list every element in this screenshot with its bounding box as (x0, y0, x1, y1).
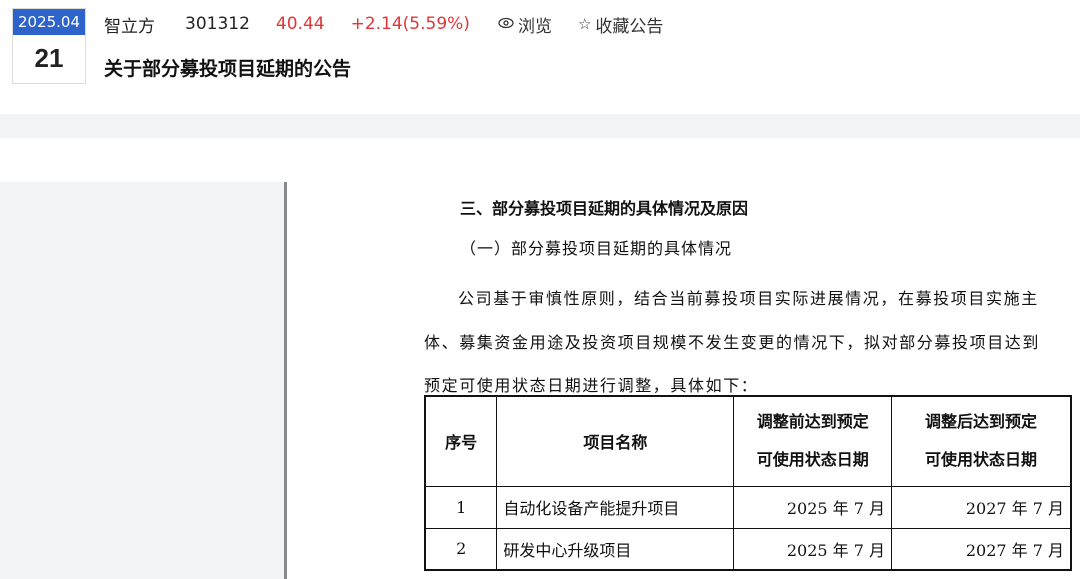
divider-band (0, 114, 1080, 138)
cell-after: 2027 年 7 月 (891, 485, 1072, 529)
header-before: 调整前达到预定 可使用状态日期 (733, 395, 892, 487)
header-seq: 序号 (424, 395, 498, 487)
date-day: 21 (34, 43, 64, 73)
header-name: 项目名称 (496, 395, 735, 487)
paragraph-line: 体、募集资金用途及投资项目规模不发生变更的情况下，拟对部分募投项目达到 (424, 333, 1041, 352)
project-table: 序号 项目名称 调整前达到预定 可使用状态日期 调整后达到预定 可使用状态日期 … (424, 395, 1072, 571)
table-row: 1 自动化设备产能提升项目 2025 年 7 月 2027 年 7 月 (424, 485, 1072, 529)
section-heading: 三、部分募投项目延期的具体情况及原因 (460, 199, 749, 218)
page-title: 关于部分募投项目延期的公告 (104, 58, 352, 80)
stock-header: 智立方 301312 40.44 +2.14(5.59%) 浏览 ☆ 收藏公告 (104, 10, 689, 38)
panel-divider[interactable] (284, 182, 287, 579)
browse-button[interactable]: 浏览 (498, 12, 552, 37)
eye-icon (498, 15, 514, 33)
cell-before: 2025 年 7 月 (733, 485, 892, 529)
sub-heading: （一）部分募投项目延期的具体情况 (460, 239, 733, 258)
cell-seq: 1 (424, 485, 498, 529)
header-before-line2: 可使用状态日期 (756, 450, 869, 470)
stock-name[interactable]: 智立方 (104, 12, 155, 37)
favorite-button[interactable]: ☆ 收藏公告 (578, 12, 663, 37)
favorite-label: 收藏公告 (595, 16, 664, 37)
star-icon: ☆ (577, 15, 592, 33)
browse-label: 浏览 (517, 16, 552, 37)
header-after-line1: 调整后达到预定 (924, 412, 1037, 432)
stock-code: 301312 (185, 14, 250, 34)
table-row: 2 研发中心升级项目 2025 年 7 月 2027 年 7 月 (424, 527, 1072, 571)
header-after: 调整后达到预定 可使用状态日期 (891, 395, 1072, 487)
left-panel (0, 182, 284, 579)
header-before-line1: 调整前达到预定 (756, 412, 869, 432)
cell-name: 研发中心升级项目 (496, 527, 735, 571)
cell-after: 2027 年 7 月 (891, 527, 1072, 571)
paragraph-line: 公司基于审慎性原则，结合当前募投项目实际进展情况，在募投项目实施主 (458, 289, 1039, 308)
header-after-line2: 可使用状态日期 (924, 450, 1037, 470)
table-header-row: 序号 项目名称 调整前达到预定 可使用状态日期 调整后达到预定 可使用状态日期 (424, 395, 1072, 487)
stock-change: +2.14(5.59%) (350, 14, 470, 34)
date-badge: 2025.04 21 (12, 8, 86, 84)
cell-seq: 2 (424, 527, 498, 571)
cell-name: 自动化设备产能提升项目 (496, 485, 735, 529)
paragraph-line: 预定可使用状态日期进行调整，具体如下： (424, 376, 759, 395)
stock-price: 40.44 (275, 14, 325, 34)
cell-before: 2025 年 7 月 (733, 527, 892, 571)
date-month: 2025.04 (13, 9, 85, 35)
